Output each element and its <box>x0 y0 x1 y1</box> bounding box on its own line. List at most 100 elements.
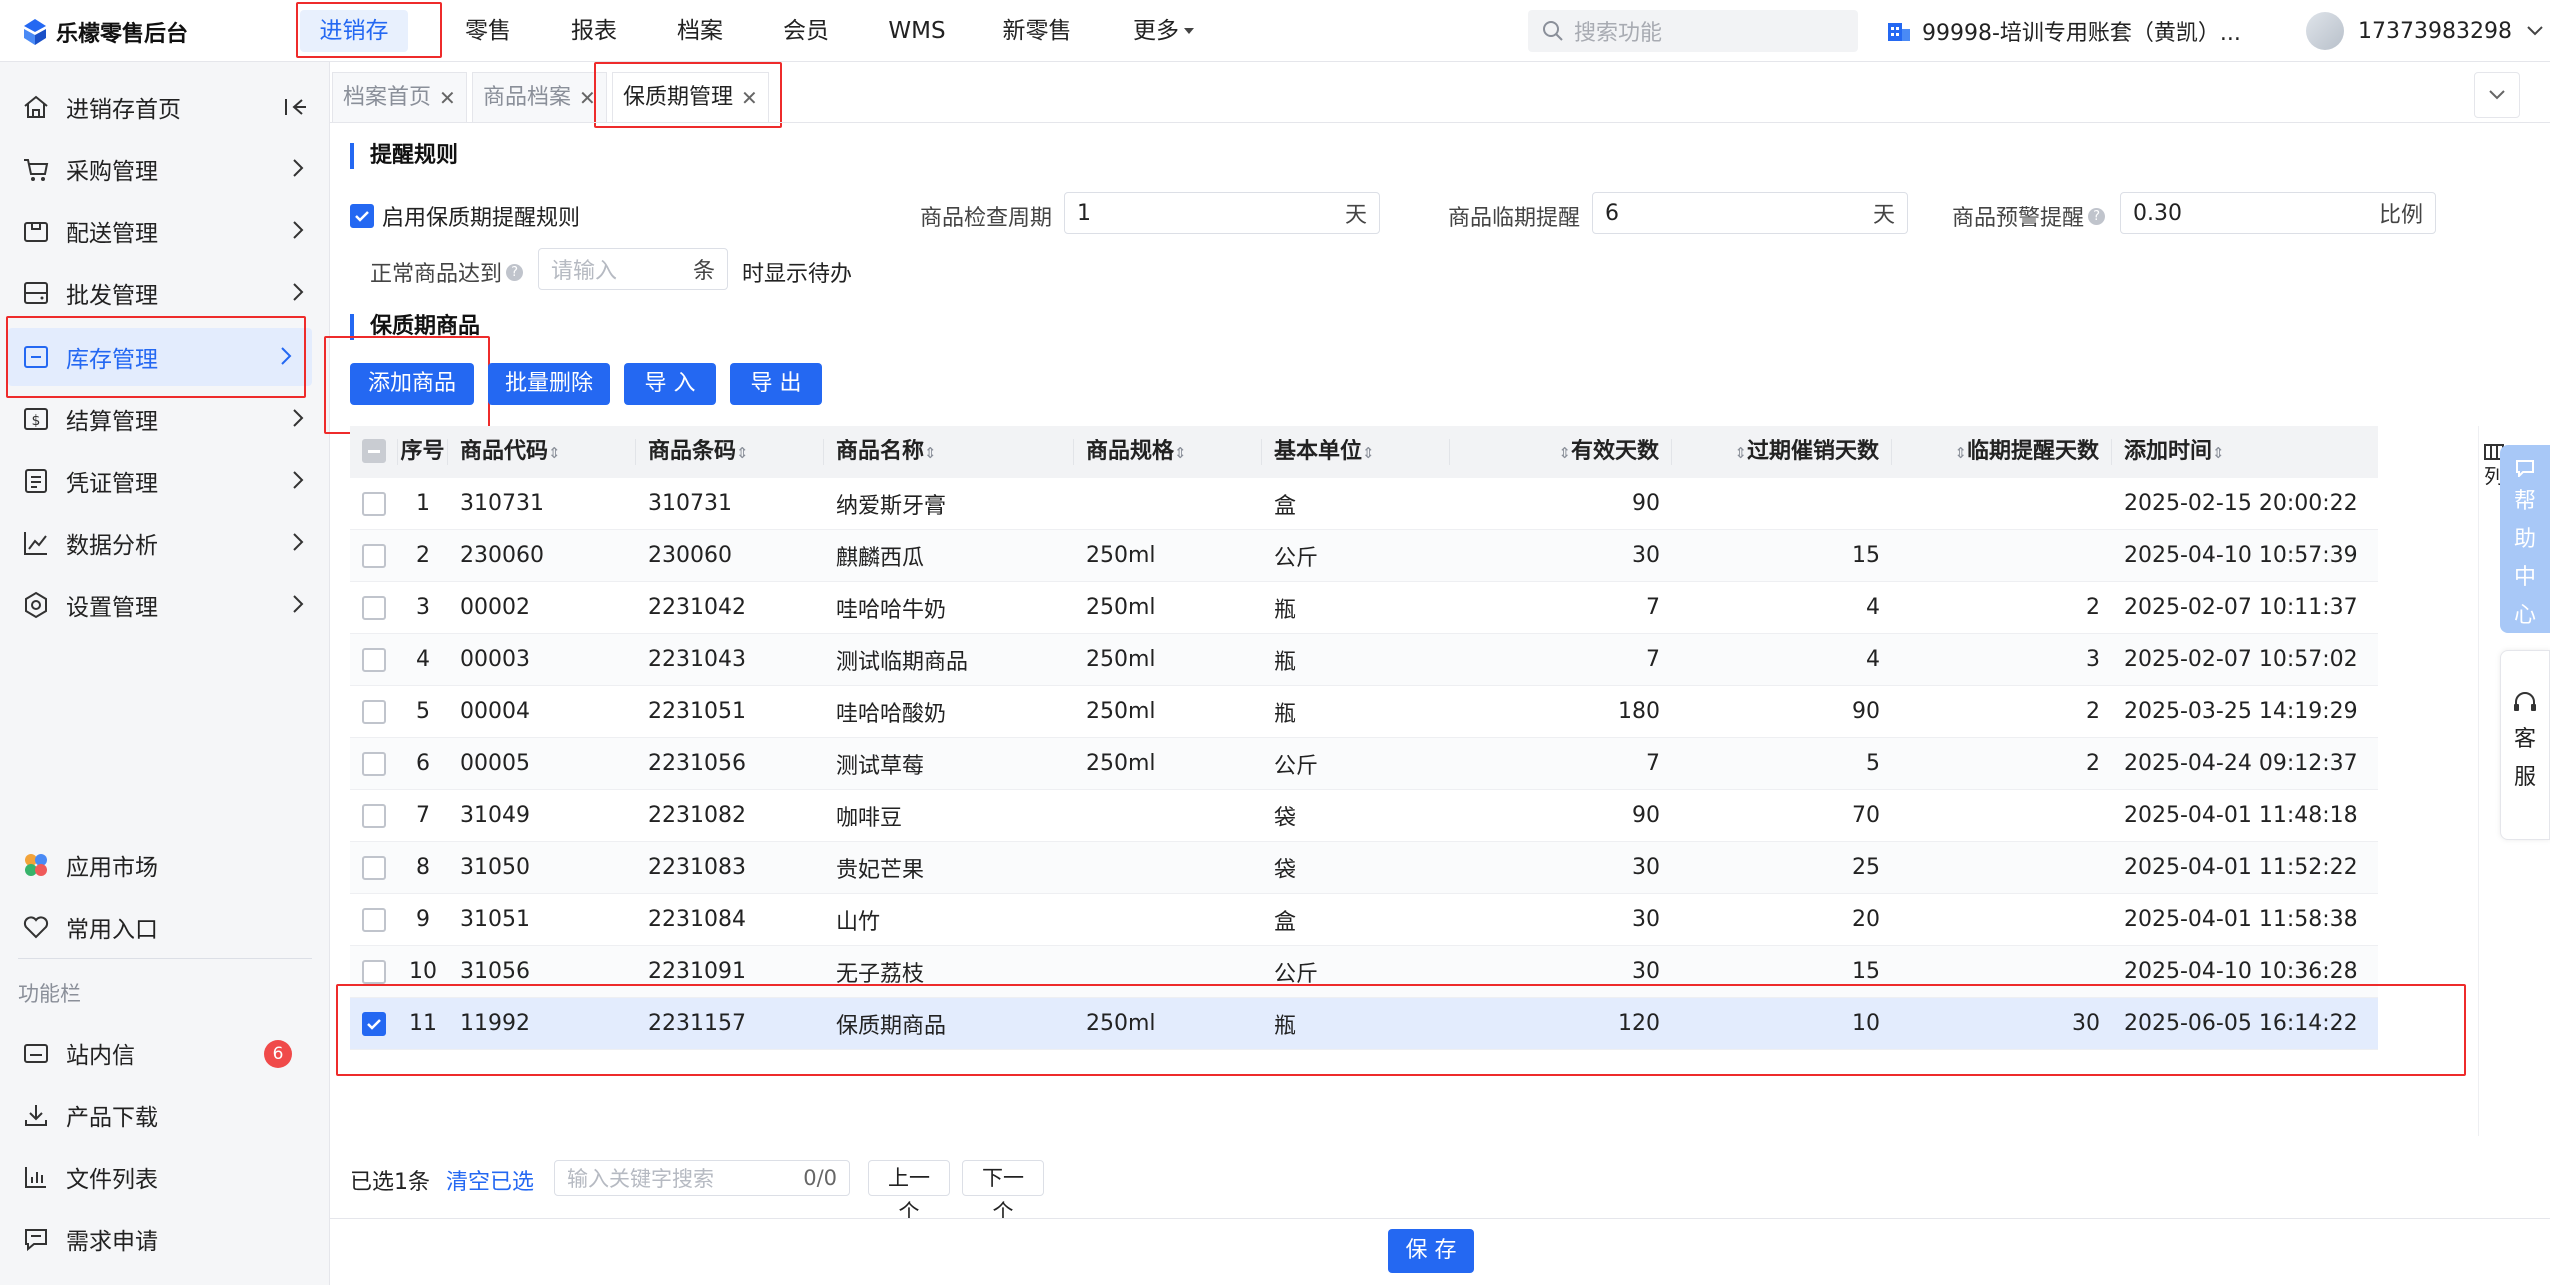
sidebar-item-wholesale[interactable]: 批发管理 <box>0 264 330 322</box>
sidebar-item-voucher[interactable]: 凭证管理 <box>0 452 330 510</box>
table-row[interactable]: 5 00004 2231051 哇哈哈酸奶 250ml 瓶 180 90 2 2025-03-25… <box>350 686 2378 738</box>
row-checkbox[interactable] <box>350 907 398 932</box>
tab-shelf-life[interactable]: 保质期管理 ✕ <box>612 72 769 122</box>
row-time: 2025-04-10 10:57:39 <box>2124 543 2358 568</box>
col-header-valid-days[interactable]: ⇕有效天数 <box>1450 439 1672 465</box>
prev-match-button[interactable]: 上一个 <box>868 1160 950 1224</box>
add-product-button[interactable]: 添加商品 <box>350 363 474 405</box>
row-checkbox[interactable] <box>350 595 398 620</box>
col-header-near-days[interactable]: ⇕临期提醒天数 <box>1892 439 2112 465</box>
save-button[interactable]: 保 存 <box>1388 1229 1474 1273</box>
batch-delete-button[interactable]: 批量删除 <box>488 363 610 405</box>
normal-count-input[interactable]: 请输入 条 <box>538 248 728 290</box>
topnav-reports[interactable]: 报表 <box>556 0 632 62</box>
table-row[interactable]: 4 00003 2231043 测试临期商品 250ml 瓶 7 4 3 2025-02-07 1… <box>350 634 2378 686</box>
row-near-days: 30 <box>2072 1011 2100 1036</box>
select-all-checkbox[interactable] <box>350 439 398 465</box>
sidebar-item-app-market[interactable]: 应用市场 <box>0 836 330 894</box>
help-center-float[interactable]: 帮 助 中 心 <box>2500 445 2550 633</box>
warn-ratio-input[interactable]: 0.30 比例 <box>2120 192 2436 234</box>
help-icon[interactable]: ? <box>2088 207 2106 225</box>
function-search[interactable]: 搜索功能 <box>1528 10 1858 52</box>
sidebar-item-settlement[interactable]: $ 结算管理 <box>0 390 330 448</box>
sidebar-item-favorites[interactable]: 常用入口 <box>0 898 330 956</box>
topnav-new-retail[interactable]: 新零售 <box>990 0 1084 62</box>
sidebar-item-messages[interactable]: 站内信 6 <box>0 1024 330 1082</box>
row-checkbox[interactable] <box>350 647 398 672</box>
warn-ratio-value: 0.30 <box>2133 200 2182 226</box>
sidebar-item-delivery[interactable]: 配送管理 <box>0 202 330 260</box>
collapse-sidebar-icon[interactable] <box>284 96 308 118</box>
help-icon[interactable]: ? <box>506 263 524 281</box>
col-header-expire-days[interactable]: ⇕过期催销天数 <box>1672 439 1892 465</box>
next-match-button[interactable]: 下一个 <box>962 1160 1044 1224</box>
account-switcher[interactable]: 99998-培训专用账套（黄凯）... <box>1886 15 2241 47</box>
col-header-time[interactable]: 添加时间⇕ <box>2112 439 2378 465</box>
near-expiry-input[interactable]: 6 天 <box>1592 192 1908 234</box>
row-checkbox[interactable] <box>350 855 398 880</box>
sidebar-item-data-analysis[interactable]: 数据分析 <box>0 514 330 572</box>
table-row[interactable]: 9 31051 2231084 山竹 盒 30 20 2025-04-01 11:58:38 <box>350 894 2378 946</box>
chevron-right-icon <box>293 595 304 613</box>
download-icon <box>25 1105 47 1126</box>
table-row[interactable]: 3 00002 2231042 哇哈哈牛奶 250ml 瓶 7 4 2 2025-02-07 10… <box>350 582 2378 634</box>
row-checkbox[interactable] <box>350 803 398 828</box>
row-checkbox[interactable] <box>350 751 398 776</box>
tab-product-archive[interactable]: 商品档案 ✕ <box>472 72 607 122</box>
topnav-inventory[interactable]: 进销存 <box>300 10 408 52</box>
topnav-wms[interactable]: WMS <box>874 0 960 62</box>
close-icon[interactable]: ✕ <box>741 73 758 123</box>
row-checkbox[interactable] <box>350 1011 398 1036</box>
row-checkbox[interactable] <box>350 959 398 984</box>
table-row[interactable]: 6 00005 2231056 测试草莓 250ml 公斤 7 5 2 2025-04-24 09… <box>350 738 2378 790</box>
brand-logo[interactable]: 乐檬零售后台 <box>22 16 188 48</box>
row-checkbox[interactable] <box>350 699 398 724</box>
import-button[interactable]: 导 入 <box>624 363 716 405</box>
topnav-more[interactable]: 更多 <box>1124 0 1204 62</box>
sidebar-item-requests[interactable]: 需求申请 <box>0 1210 330 1268</box>
col-header-code[interactable]: 商品代码⇕ <box>448 439 636 465</box>
table-row[interactable]: 7 31049 2231082 咖啡豆 袋 90 70 2025-04-01 11:48:18 <box>350 790 2378 842</box>
sidebar-item-settings[interactable]: 设置管理 <box>0 576 330 634</box>
enable-rule-checkbox[interactable]: 启用保质期提醒规则 <box>350 200 580 232</box>
row-near-days: 2 <box>2086 751 2100 776</box>
topnav-archive[interactable]: 档案 <box>662 0 738 62</box>
products-section-title: 保质期商品 <box>350 314 480 340</box>
close-icon[interactable]: ✕ <box>579 73 596 123</box>
checkbox-unchecked <box>362 595 386 620</box>
table-row[interactable]: 8 31050 2231083 贵妃芒果 袋 30 25 2025-04-01 11:52:2… <box>350 842 2378 894</box>
table-row[interactable]: 10 31056 2231091 无子荔枝 公斤 30 15 2025-04-10 10:36… <box>350 946 2378 998</box>
sidebar-item-downloads[interactable]: 产品下载 <box>0 1086 330 1144</box>
table-row[interactable]: 1 310731 310731 纳爱斯牙膏 盒 90 2025-02-15 20:00:22 <box>350 478 2378 530</box>
row-expire-days: 10 <box>1852 1011 1880 1036</box>
user-menu[interactable]: 17373983298 <box>2306 12 2544 50</box>
chevron-down-icon <box>2489 90 2505 100</box>
tab-archive-home[interactable]: 档案首页 ✕ <box>332 72 467 122</box>
keyword-search-input[interactable]: 输入关键字搜索 0/0 <box>554 1160 850 1196</box>
sidebar-item-purchase[interactable]: 采购管理 <box>0 140 330 198</box>
clear-selection-link[interactable]: 清空已选 <box>446 1164 534 1196</box>
customer-service-float[interactable]: 客 服 <box>2500 650 2550 840</box>
table-row[interactable]: 11 11992 2231157 保质期商品 250ml 瓶 120 10 30 2025-06-… <box>350 998 2378 1050</box>
export-button[interactable]: 导 出 <box>730 363 822 405</box>
table-row[interactable]: 2 230060 230060 麒麟西瓜 250ml 公斤 30 15 2025-04-10 1… <box>350 530 2378 582</box>
col-header-name[interactable]: 商品名称⇕ <box>824 439 1074 465</box>
check-cycle-input[interactable]: 1 天 <box>1064 192 1380 234</box>
user-phone: 17373983298 <box>2358 18 2512 44</box>
col-header-unit[interactable]: 基本单位⇕ <box>1262 439 1450 465</box>
topnav-member[interactable]: 会员 <box>768 0 844 62</box>
sidebar-item-label: 站内信 <box>66 1043 135 1069</box>
close-icon[interactable]: ✕ <box>439 73 456 123</box>
sidebar-item-inventory[interactable]: 库存管理 <box>8 328 312 386</box>
col-header-barcode[interactable]: 商品条码⇕ <box>636 439 824 465</box>
checkbox-unchecked <box>362 751 386 776</box>
col-header-spec[interactable]: 商品规格⇕ <box>1074 439 1262 465</box>
row-name: 咖啡豆 <box>836 805 903 831</box>
topnav-retail[interactable]: 零售 <box>450 0 526 62</box>
sidebar-item-inventory-home[interactable]: 进销存首页 <box>0 78 330 136</box>
row-checkbox[interactable] <box>350 491 398 516</box>
sidebar-item-label: 采购管理 <box>66 159 158 185</box>
row-checkbox[interactable] <box>350 543 398 568</box>
tabs-dropdown[interactable] <box>2474 72 2520 118</box>
sidebar-item-file-list[interactable]: 文件列表 <box>0 1148 330 1206</box>
